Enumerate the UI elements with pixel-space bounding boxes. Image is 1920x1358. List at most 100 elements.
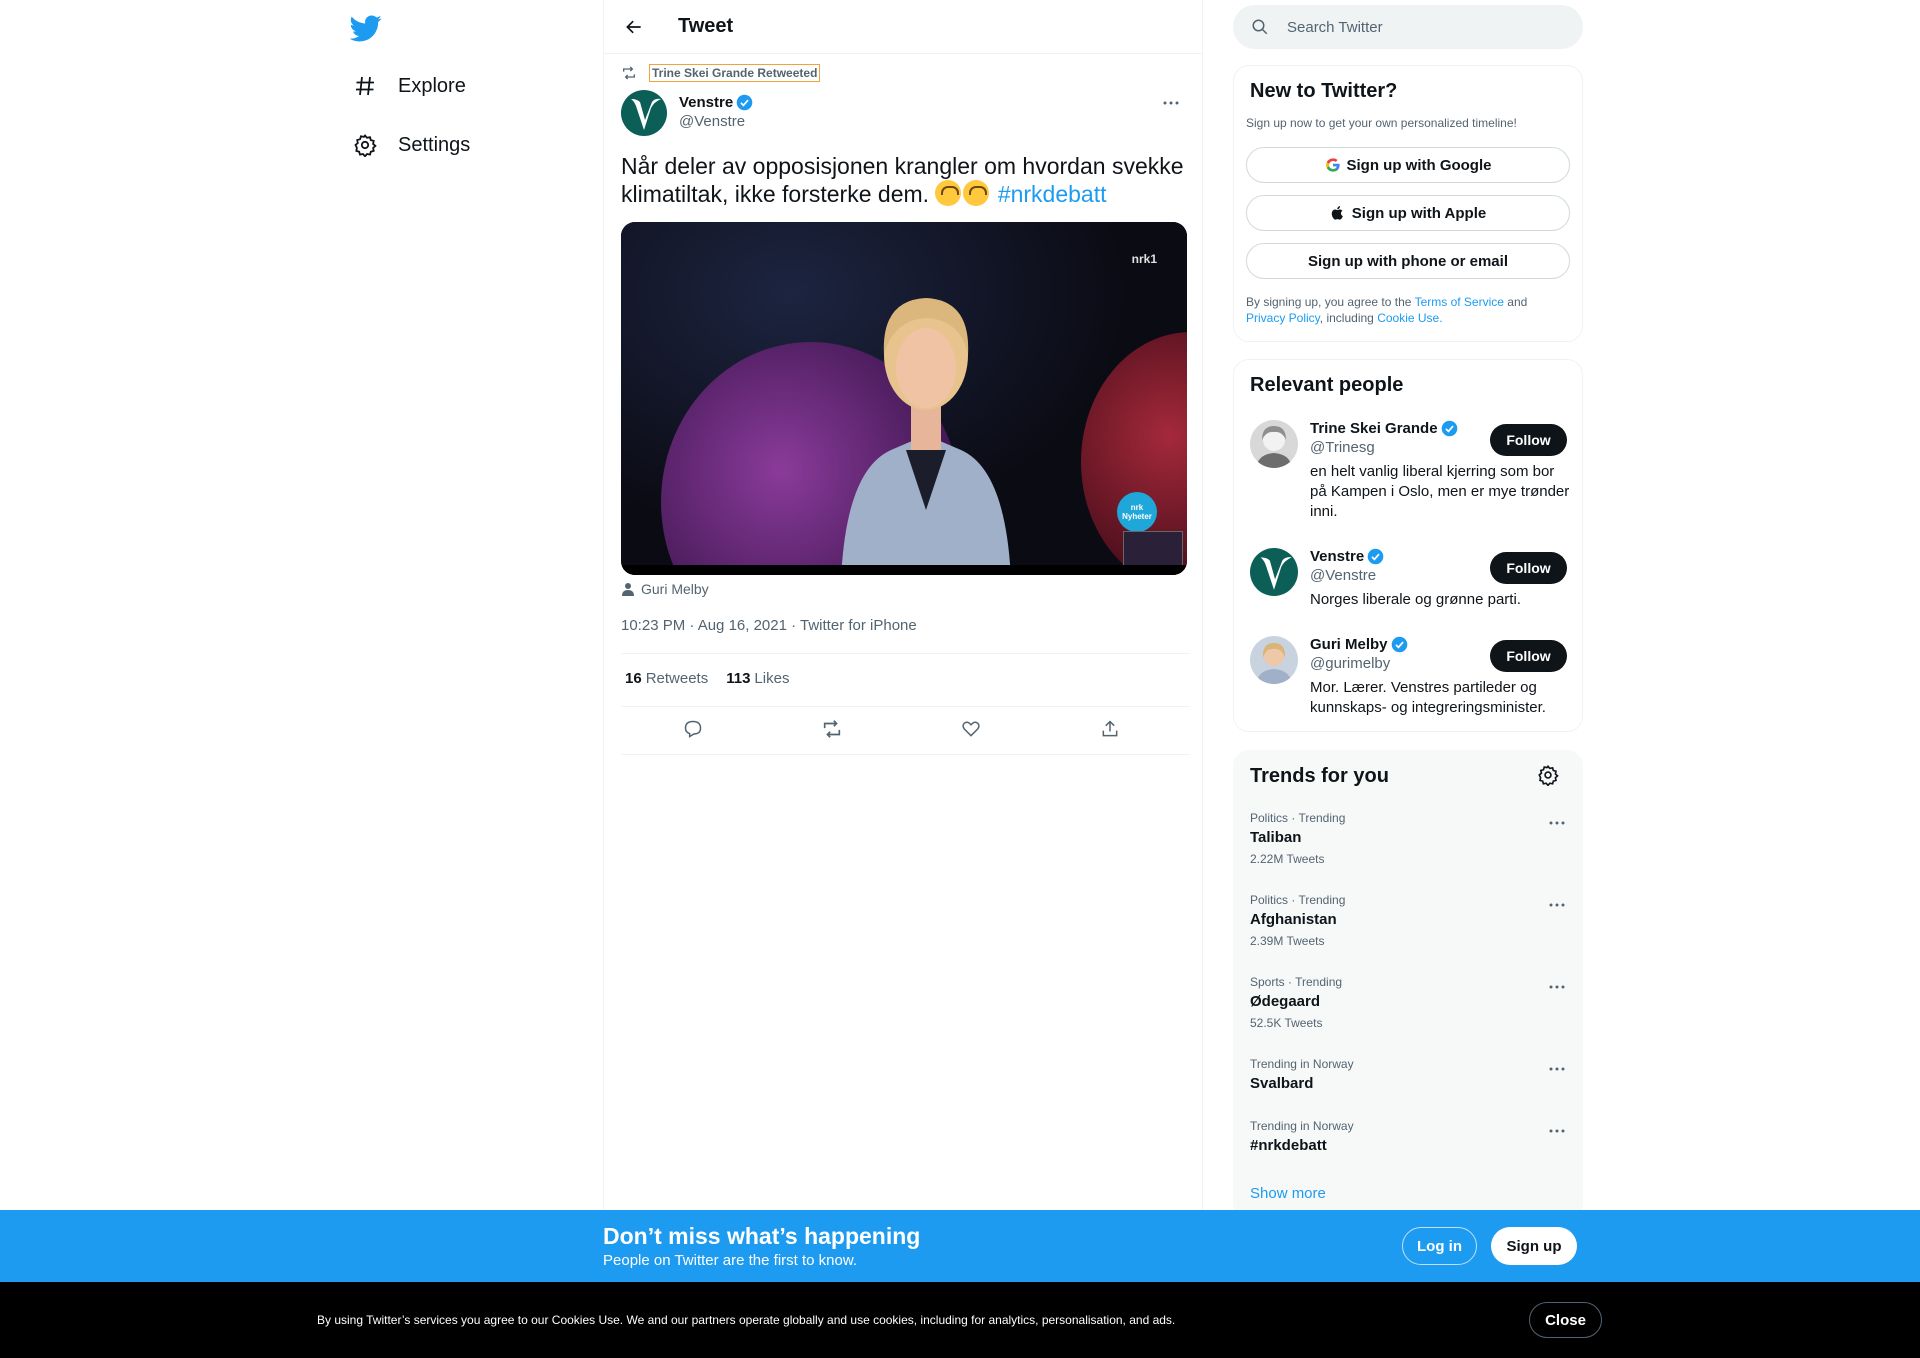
signup-google-label: Sign up with Google xyxy=(1346,156,1492,174)
upside-down-face-emoji-icon xyxy=(935,180,962,206)
retweets-count: 16 xyxy=(625,670,642,687)
search-icon xyxy=(1252,19,1268,35)
trend-more-button[interactable] xyxy=(1545,979,1569,995)
avatar[interactable] xyxy=(621,90,667,136)
search-bar[interactable] xyxy=(1233,5,1583,49)
more-dots-icon xyxy=(1549,985,1565,989)
retweets-label: Retweets xyxy=(645,670,709,687)
more-dots-icon xyxy=(1163,101,1179,105)
trend-more-button[interactable] xyxy=(1545,815,1569,831)
google-icon xyxy=(1325,158,1340,172)
reply-button[interactable] xyxy=(681,717,705,741)
retweet-icon xyxy=(823,720,841,738)
verified-badge-icon xyxy=(1367,548,1384,565)
twitter-logo-icon[interactable] xyxy=(349,12,382,44)
person-bio: en helt vanlig liberal kjerring som bor … xyxy=(1310,463,1570,520)
likes-count-link[interactable]: 113 Likes xyxy=(726,670,789,687)
gear-icon[interactable] xyxy=(1537,764,1559,786)
avatar[interactable] xyxy=(1250,420,1298,468)
retweet-context: Trine Skei Grande Retweeted xyxy=(621,64,821,82)
trend-more-button[interactable] xyxy=(1545,897,1569,913)
more-options-button[interactable] xyxy=(1156,92,1186,114)
page-header: Tweet xyxy=(604,0,1202,54)
card-title: Trends for you xyxy=(1250,765,1389,787)
person-name: Trine Skei Grande xyxy=(1310,420,1438,437)
nrk-nyheter-badge: nrk Nyheter xyxy=(1117,492,1157,532)
person-icon xyxy=(622,583,634,596)
nav-explore[interactable]: Explore xyxy=(352,66,466,106)
likes-label: Likes xyxy=(754,670,790,687)
nav-explore-label: Explore xyxy=(398,74,466,97)
trend-name: Ødegaard xyxy=(1250,993,1321,1010)
upside-down-face-emoji-icon xyxy=(963,180,990,206)
retweets-count-link[interactable]: 16 Retweets xyxy=(625,670,708,687)
divider xyxy=(621,706,1190,707)
trend-item[interactable]: Sports · Trending Ødegaard 52.5K Tweets xyxy=(1250,975,1570,1030)
signup-phone-email-button[interactable]: Sign up with phone or email xyxy=(1246,243,1570,279)
tweet-timestamp[interactable]: 10:23 PM · Aug 16, 2021 · Twitter for iP… xyxy=(621,617,917,634)
nav-settings-label: Settings xyxy=(398,133,471,156)
share-button[interactable] xyxy=(1098,717,1122,741)
legal-prefix: By signing up, you agree to the xyxy=(1246,295,1412,309)
video-progress-bar[interactable] xyxy=(621,565,1187,575)
avatar[interactable] xyxy=(1250,548,1298,596)
trend-name: Taliban xyxy=(1250,829,1302,846)
legal-text: By signing up, you agree to the Terms of… xyxy=(1246,294,1576,326)
cookie-close-button[interactable]: Close xyxy=(1529,1302,1602,1338)
trend-item[interactable]: Politics · Trending Afghanistan 2.39M Tw… xyxy=(1250,893,1570,948)
signup-banner: Don’t miss what’s happening People on Tw… xyxy=(0,1210,1920,1282)
nav-settings[interactable]: Settings xyxy=(352,125,470,165)
person-bio: Norges liberale og grønne parti. xyxy=(1310,591,1521,608)
card-subtitle: Sign up now to get your own personalized… xyxy=(1246,116,1517,130)
relevant-people-card: Relevant people Trine Skei Grande @Trine… xyxy=(1233,359,1583,732)
signup-google-button[interactable]: Sign up with Google xyxy=(1246,147,1570,183)
retweeted-by-link[interactable]: Trine Skei Grande Retweeted xyxy=(649,64,821,82)
trend-more-button[interactable] xyxy=(1545,1123,1569,1139)
signup-button[interactable]: Sign up xyxy=(1491,1227,1577,1265)
more-dots-icon xyxy=(1549,1129,1565,1133)
avatar[interactable] xyxy=(1250,636,1298,684)
more-dots-icon xyxy=(1549,821,1565,825)
video-thumbnail-preview xyxy=(1123,531,1183,567)
trend-item[interactable]: Trending in Norway Svalbard xyxy=(1250,1057,1570,1092)
follow-button[interactable]: Follow xyxy=(1490,424,1567,456)
trends-card: Trends for you Politics · Trending Talib… xyxy=(1233,750,1583,1220)
signup-apple-button[interactable]: Sign up with Apple xyxy=(1246,195,1570,231)
cookie-text: By using Twitter’s services you agree to… xyxy=(317,1313,1176,1327)
search-input[interactable] xyxy=(1287,18,1547,36)
like-button[interactable] xyxy=(959,717,983,741)
trend-item[interactable]: Trending in Norway #nrkdebatt xyxy=(1250,1119,1570,1154)
card-title: New to Twitter? xyxy=(1250,80,1398,102)
retweet-button[interactable] xyxy=(820,717,844,741)
reply-icon xyxy=(684,720,702,738)
author-name[interactable]: Venstre xyxy=(679,94,733,111)
follow-button[interactable]: Follow xyxy=(1490,640,1567,672)
video-person-image xyxy=(841,298,1011,575)
nrk1-logo: nrk1 xyxy=(1131,252,1157,266)
back-button[interactable] xyxy=(614,7,654,47)
show-more-link[interactable]: Show more xyxy=(1250,1185,1326,1202)
trend-count: 52.5K Tweets xyxy=(1250,1016,1323,1030)
main-column: Tweet Trine Skei Grande Retweeted Venstr… xyxy=(603,0,1203,1358)
cookie-consent-bar: By using Twitter’s services you agree to… xyxy=(0,1282,1920,1358)
terms-link[interactable]: Terms of Service xyxy=(1415,295,1504,309)
person-name: Guri Melby xyxy=(1310,636,1388,653)
trend-item[interactable]: Politics · Trending Taliban 2.22M Tweets xyxy=(1250,811,1570,866)
divider xyxy=(621,653,1190,654)
likes-count: 113 xyxy=(726,670,751,687)
privacy-link[interactable]: Privacy Policy xyxy=(1246,311,1320,325)
verified-badge-icon xyxy=(1441,420,1457,437)
cookie-use-link[interactable]: Cookie Use. xyxy=(1377,311,1442,325)
author-handle[interactable]: @Venstre xyxy=(679,113,753,130)
trend-more-button[interactable] xyxy=(1545,1061,1569,1077)
signup-apple-label: Sign up with Apple xyxy=(1351,204,1487,222)
apple-icon xyxy=(1331,206,1343,220)
tagged-user[interactable]: Guri Melby xyxy=(621,581,709,597)
trend-category: Sports · Trending xyxy=(1250,975,1343,989)
login-button[interactable]: Log in xyxy=(1402,1227,1477,1265)
follow-button[interactable]: Follow xyxy=(1490,552,1567,584)
hashtag-link[interactable]: #nrkdebatt xyxy=(998,181,1107,207)
tweet-video[interactable]: nrk1 nrk Nyheter xyxy=(621,222,1187,575)
heart-icon xyxy=(962,721,980,737)
legal-and: and xyxy=(1507,295,1528,309)
